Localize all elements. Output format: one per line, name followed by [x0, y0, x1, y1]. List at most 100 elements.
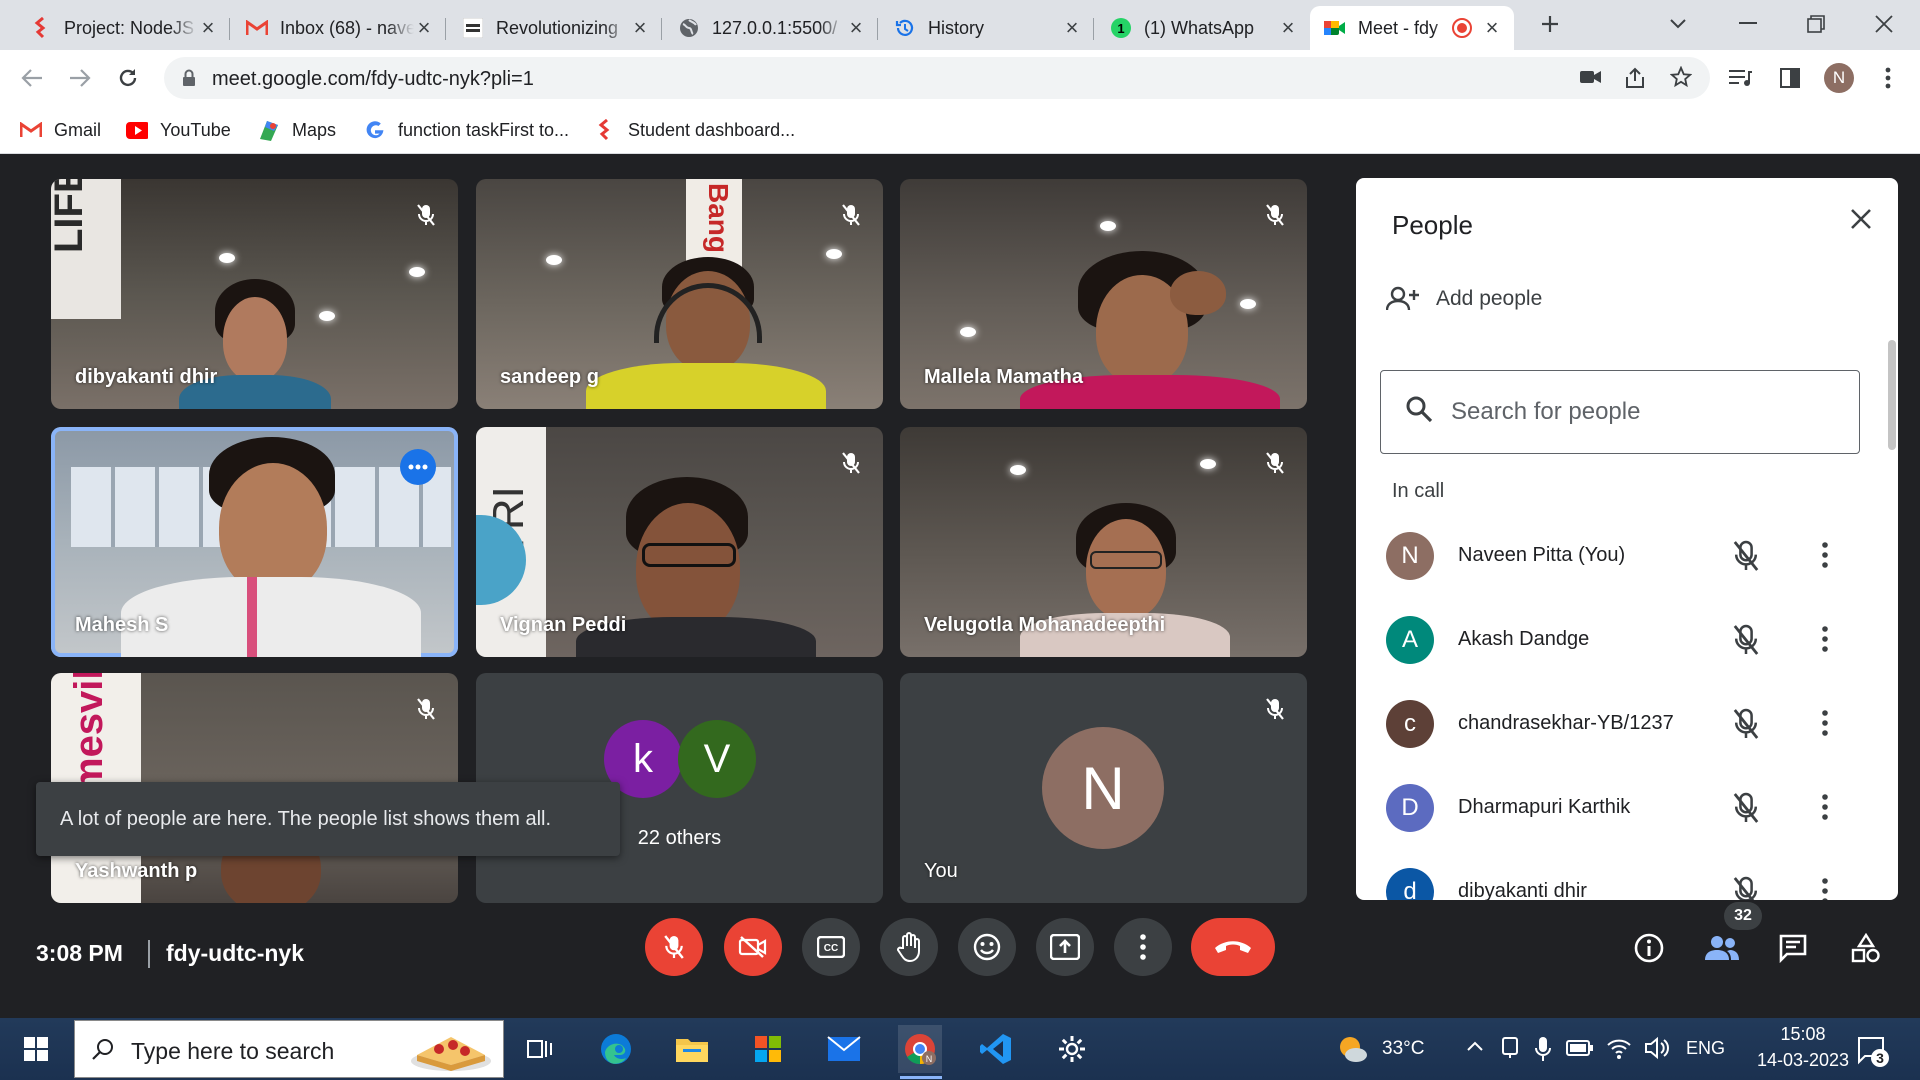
taskbar-search-input[interactable]: Type here to search — [74, 1020, 504, 1078]
browser-menu-icon[interactable] — [1870, 60, 1906, 96]
minimize-button[interactable] — [1728, 6, 1768, 42]
restore-button[interactable] — [1796, 6, 1836, 42]
add-people-label: Add people — [1436, 287, 1543, 310]
chrome-taskbar-icon[interactable]: N — [898, 1025, 942, 1073]
more-vert-icon[interactable] — [1822, 710, 1828, 736]
muted-mic-icon[interactable] — [1732, 707, 1760, 741]
reload-button[interactable] — [110, 60, 146, 96]
tab-history[interactable]: History × — [880, 6, 1094, 50]
edge-browser-icon[interactable] — [594, 1028, 638, 1070]
meeting-details-button[interactable] — [1627, 926, 1671, 970]
video-tile-vignan[interactable]: TRI Vignan Peddi — [476, 427, 883, 657]
tab-revolutionizing[interactable]: Revolutionizing × — [448, 6, 662, 50]
taskbar-clock-time[interactable]: 15:08 — [1760, 1024, 1846, 1045]
task-view-icon[interactable] — [518, 1028, 562, 1070]
tab-gmail-inbox[interactable]: Inbox (68) - naveen × — [232, 6, 446, 50]
toggle-camera-button[interactable] — [724, 918, 782, 976]
close-window-button[interactable] — [1864, 6, 1904, 42]
tab-close-icon[interactable]: × — [1062, 17, 1082, 39]
tab-close-icon[interactable]: × — [1482, 17, 1502, 39]
video-tile-dibyakanti[interactable]: LIFE dibyakanti dhir — [51, 179, 458, 409]
present-screen-button[interactable] — [1036, 918, 1094, 976]
address-bar[interactable]: meet.google.com/fdy-udtc-nyk?pli=1 — [164, 57, 1710, 99]
bookmark-student-dashboard[interactable]: Student dashboard... — [594, 116, 795, 144]
video-tile-mallela[interactable]: Mallela Mamatha — [900, 179, 1307, 409]
more-vert-icon[interactable] — [1822, 626, 1828, 652]
bookmark-gmail[interactable]: Gmail — [20, 116, 101, 144]
leave-call-button[interactable] — [1191, 918, 1275, 976]
muted-mic-icon[interactable] — [1732, 539, 1760, 573]
more-vert-icon[interactable] — [1822, 794, 1828, 820]
file-explorer-icon[interactable] — [670, 1028, 714, 1070]
camera-in-use-icon[interactable] — [1580, 69, 1602, 85]
tab-close-icon[interactable]: × — [198, 17, 218, 39]
forward-button[interactable] — [62, 60, 98, 96]
microsoft-store-icon[interactable] — [746, 1028, 790, 1070]
chat-button[interactable] — [1771, 926, 1815, 970]
back-button[interactable] — [14, 60, 50, 96]
share-icon[interactable] — [1624, 67, 1646, 89]
windows-start-icon[interactable] — [14, 1028, 58, 1070]
more-options-button[interactable] — [1114, 918, 1172, 976]
settings-gear-icon[interactable] — [1050, 1028, 1094, 1070]
people-button[interactable] — [1700, 926, 1744, 970]
muted-mic-icon[interactable] — [1732, 791, 1760, 825]
microphone-icon[interactable] — [1534, 1036, 1552, 1062]
media-control-icon[interactable] — [1722, 60, 1758, 96]
bar-divider — [148, 940, 150, 968]
bookmark-maps[interactable]: Maps — [258, 116, 336, 144]
vscode-icon[interactable] — [974, 1028, 1018, 1070]
weather-temperature[interactable]: 33°C — [1382, 1038, 1424, 1060]
muted-mic-icon[interactable] — [1732, 623, 1760, 657]
chevron-up-icon[interactable] — [1466, 1040, 1484, 1052]
video-tile-mahesh[interactable]: Mahesh S — [51, 427, 458, 657]
bookmark-star-icon[interactable] — [1670, 66, 1692, 88]
new-tab-button[interactable] — [1530, 6, 1570, 42]
tab-project-nodejs[interactable]: Project: NodeJS × — [16, 6, 230, 50]
tab-whatsapp[interactable]: 1 (1) WhatsApp × — [1096, 6, 1310, 50]
muted-mic-icon[interactable] — [1732, 875, 1760, 900]
activities-button[interactable] — [1844, 926, 1888, 970]
video-tile-sandeep[interactable]: Bang sandeep g — [476, 179, 883, 409]
battery-icon[interactable] — [1566, 1040, 1594, 1056]
participant-row[interactable]: d dibyakanti dhir — [1356, 850, 1876, 900]
toggle-mic-button[interactable] — [645, 918, 703, 976]
participant-row[interactable]: A Akash Dandge — [1356, 598, 1876, 682]
profile-avatar[interactable]: N — [1824, 63, 1854, 93]
raise-hand-button[interactable] — [880, 918, 938, 976]
tile-more-options-button[interactable] — [400, 449, 436, 485]
search-people-input[interactable]: Search for people — [1380, 370, 1860, 454]
wifi-icon[interactable] — [1606, 1036, 1632, 1060]
panel-scrollbar[interactable] — [1888, 340, 1896, 450]
tab-close-icon[interactable]: × — [414, 17, 434, 39]
weather-icon[interactable] — [1336, 1034, 1368, 1064]
device-icon[interactable] — [1500, 1036, 1520, 1060]
tab-close-icon[interactable]: × — [1278, 17, 1298, 39]
bookmark-youtube[interactable]: YouTube — [126, 116, 231, 144]
side-panel-icon[interactable] — [1772, 60, 1808, 96]
tab-search-chevron-icon[interactable] — [1658, 6, 1698, 42]
tab-meet[interactable]: Meet - fdy × — [1310, 6, 1514, 50]
reactions-button[interactable] — [958, 918, 1016, 976]
svg-text:CC: CC — [824, 943, 838, 954]
tab-close-icon[interactable]: × — [846, 17, 866, 39]
video-tile-velugotla[interactable]: Velugotla Mohanadeepthi — [900, 427, 1307, 657]
add-people-button[interactable]: Add people — [1386, 286, 1542, 312]
captions-button[interactable]: CC — [802, 918, 860, 976]
mail-icon[interactable] — [822, 1028, 866, 1070]
participant-row[interactable]: N Naveen Pitta (You) — [1356, 514, 1876, 598]
bookmark-function-task[interactable]: function taskFirst to... — [364, 116, 569, 144]
close-panel-button[interactable] — [1850, 208, 1872, 230]
tab-close-icon[interactable]: × — [630, 17, 650, 39]
participant-name: Mallela Mamatha — [924, 366, 1083, 388]
tab-localhost[interactable]: 127.0.0.1:5500/ × — [664, 6, 878, 50]
lock-icon[interactable] — [182, 69, 196, 87]
more-vert-icon[interactable] — [1822, 542, 1828, 568]
participant-row[interactable]: D Dharmapuri Karthik — [1356, 766, 1876, 850]
volume-icon[interactable] — [1644, 1036, 1670, 1060]
video-tile-you[interactable]: N You — [900, 673, 1307, 903]
more-vert-icon[interactable] — [1822, 878, 1828, 900]
input-language[interactable]: ENG — [1686, 1038, 1725, 1059]
participant-row[interactable]: c chandrasekhar-YB/1237 — [1356, 682, 1876, 766]
taskbar-clock-date[interactable]: 14-03-2023 — [1754, 1050, 1852, 1071]
